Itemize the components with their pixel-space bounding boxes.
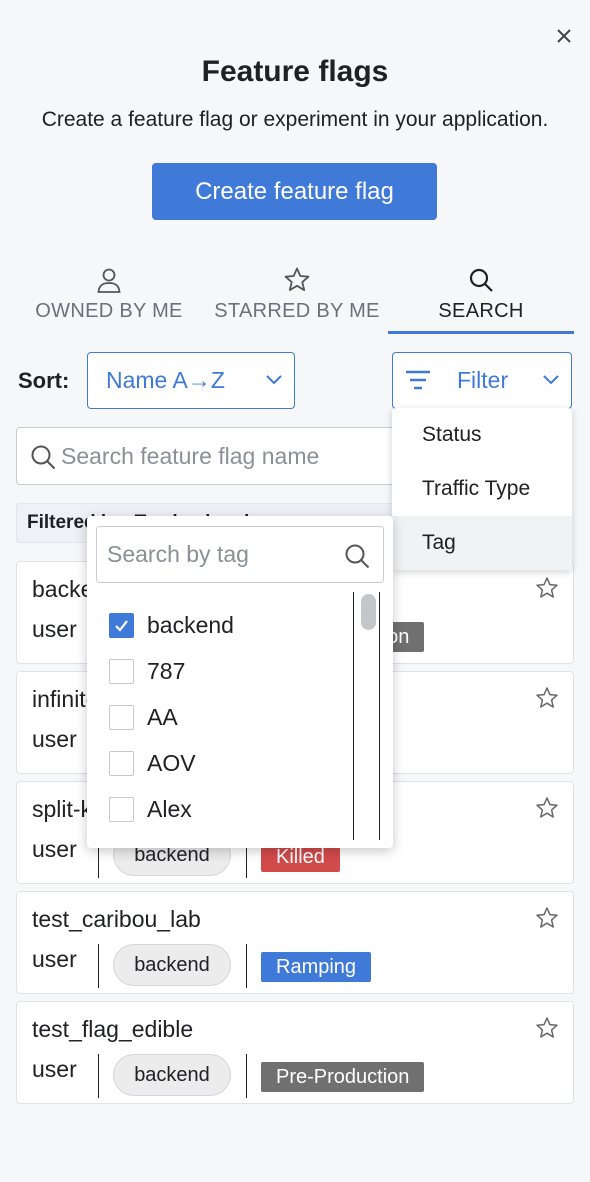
filter-menu: Status Traffic Type Tag xyxy=(392,408,572,570)
traffic-type: user xyxy=(32,1056,77,1082)
tag-checkbox[interactable] xyxy=(109,612,134,638)
tag-pill: backend xyxy=(113,944,231,986)
sort-label: Sort: xyxy=(18,368,70,393)
tag-search-input[interactable] xyxy=(107,541,332,568)
panel-subtitle: Create a feature flag or experiment in y… xyxy=(41,108,549,131)
filter-label: Filter xyxy=(457,367,509,393)
tag-option-label: AA xyxy=(147,703,178,730)
tag-option[interactable]: 787 xyxy=(109,648,349,694)
tag-pill: backend xyxy=(113,1054,231,1096)
flag-search-input[interactable] xyxy=(61,442,391,470)
tab-label: OWNED BY ME xyxy=(35,300,183,322)
search-icon xyxy=(31,445,56,470)
filter-icon xyxy=(406,370,430,390)
filter-menu-tag[interactable]: Tag xyxy=(392,516,572,570)
tag-option-label: AOV xyxy=(147,749,196,776)
tag-list: backend 787 AA AOV Alex xyxy=(109,602,349,832)
scrollbar-border xyxy=(379,592,380,840)
tab-starred-by-me[interactable]: STARRED BY ME xyxy=(206,266,388,334)
star-button[interactable] xyxy=(535,796,559,825)
chevron-down-icon xyxy=(543,375,559,385)
search-icon xyxy=(469,268,493,292)
scrollbar-thumb[interactable] xyxy=(361,594,376,630)
sort-select[interactable]: Name A→Z xyxy=(87,352,295,409)
traffic-type: user xyxy=(32,616,77,642)
flag-name[interactable]: test_caribou_lab xyxy=(32,906,201,933)
tag-checkbox[interactable] xyxy=(109,658,134,684)
filter-menu-status[interactable]: Status xyxy=(392,408,572,462)
tag-option[interactable]: backend xyxy=(109,602,349,648)
divider xyxy=(98,1054,99,1098)
tag-checkbox[interactable] xyxy=(109,750,134,776)
star-button[interactable] xyxy=(535,576,559,605)
star-icon xyxy=(284,267,310,291)
traffic-type: user xyxy=(32,836,77,862)
tab-label: STARRED BY ME xyxy=(214,300,380,322)
tab-search[interactable]: SEARCH xyxy=(388,266,574,334)
tag-search-field[interactable] xyxy=(96,526,384,583)
filter-menu-traffic-type[interactable]: Traffic Type xyxy=(392,462,572,516)
tag-checkbox[interactable] xyxy=(109,796,134,822)
flag-name[interactable]: test_flag_edible xyxy=(32,1016,193,1043)
star-button[interactable] xyxy=(535,906,559,935)
status-badge: Ramping xyxy=(261,952,372,982)
chevron-down-icon xyxy=(266,375,282,385)
user-icon xyxy=(97,268,121,293)
tag-filter-popup: backend 787 AA AOV Alex xyxy=(87,516,393,848)
divider xyxy=(246,944,247,988)
traffic-type: user xyxy=(32,946,77,972)
tag-option[interactable]: AOV xyxy=(109,740,349,786)
create-feature-flag-button[interactable]: Create feature flag xyxy=(152,163,437,220)
checkmark-icon xyxy=(115,619,128,632)
tag-option[interactable]: Alex xyxy=(109,786,349,832)
tag-option-label: backend xyxy=(147,611,234,638)
star-icon xyxy=(536,907,558,928)
star-icon xyxy=(536,1017,558,1038)
tag-option-label: 787 xyxy=(147,657,186,684)
star-button[interactable] xyxy=(535,1016,559,1045)
star-button[interactable] xyxy=(535,686,559,715)
tag-option[interactable]: AA xyxy=(109,694,349,740)
search-icon xyxy=(345,544,370,569)
close-button[interactable] xyxy=(552,24,576,48)
tab-owned-by-me[interactable]: OWNED BY ME xyxy=(16,266,202,334)
scrollbar-border xyxy=(353,592,354,840)
tag-option-label: Alex xyxy=(147,795,192,822)
flag-search-field[interactable] xyxy=(16,427,416,485)
tab-bar: OWNED BY ME STARRED BY ME SEARCH xyxy=(16,266,574,334)
status-badge: Pre-Production xyxy=(261,1062,425,1092)
panel-title: Feature flags xyxy=(201,55,389,88)
tab-label: SEARCH xyxy=(438,300,524,322)
close-icon xyxy=(557,29,571,43)
tag-checkbox[interactable] xyxy=(109,704,134,730)
star-icon xyxy=(536,577,558,598)
panel-header: Feature flags Create a feature flag or e… xyxy=(0,52,590,134)
divider xyxy=(246,1054,247,1098)
star-icon xyxy=(536,687,558,708)
traffic-type: user xyxy=(32,726,77,752)
flag-card[interactable]: test_flag_edibleuser backend Pre-Productio… xyxy=(16,1001,574,1104)
flag-card[interactable]: test_caribou_labuser backend Ramping xyxy=(16,891,574,994)
star-icon xyxy=(536,797,558,818)
sort-value: Name A→Z xyxy=(106,367,225,393)
filter-select[interactable]: Filter xyxy=(392,352,572,409)
divider xyxy=(98,944,99,988)
